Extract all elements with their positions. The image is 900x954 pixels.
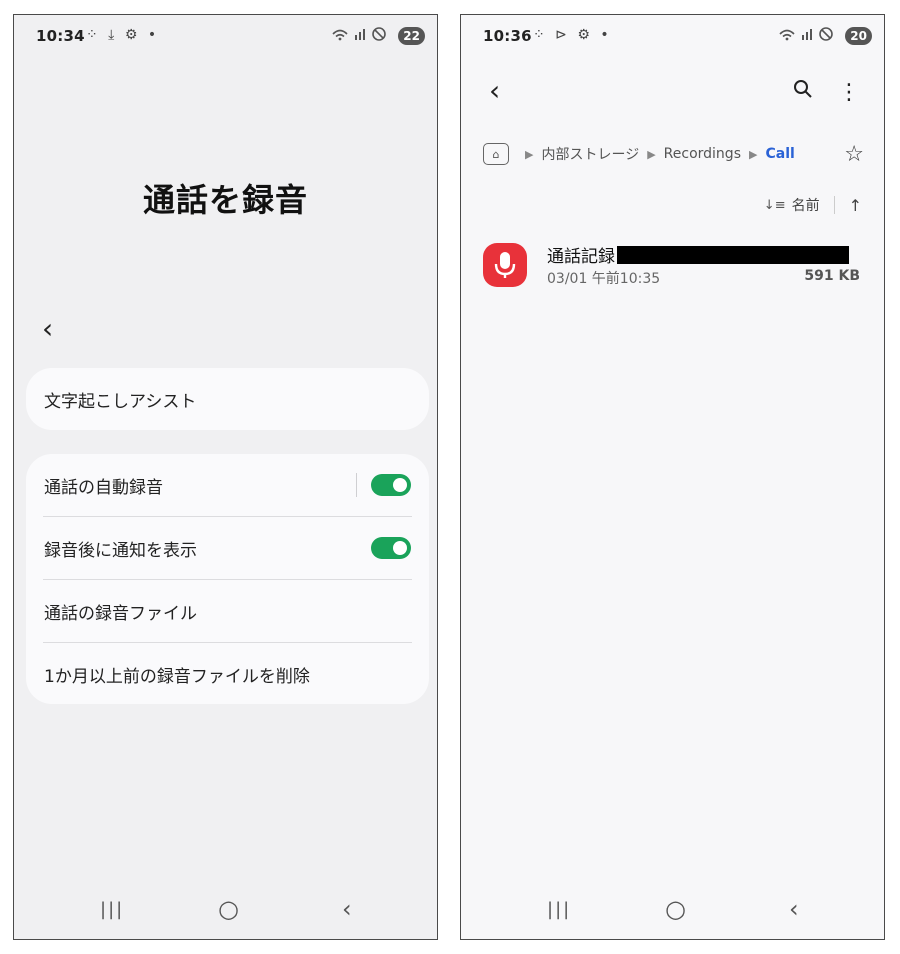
sort-bar: ↓≡ 名前 ↑ [764, 195, 862, 215]
breadcrumb-arrow-icon: ▶ [525, 147, 534, 161]
sort-direction-icon[interactable]: ↑ [849, 196, 862, 215]
status-bar: 10:34 ⁘ ⤓ ⚙ • 22 [14, 15, 437, 59]
row-separator [356, 473, 357, 497]
auto-record-toggle[interactable] [371, 474, 411, 496]
breadcrumb: ⌂ ▶ 内部ストレージ ▶ Recordings ▶ Call ☆ [483, 140, 864, 168]
my-files-call-folder-screen: 10:36 ⁘ ⊳ ⚙ • 20 ‹ ⋮ ⌂ ▶ 内部ストレージ ▶ Recor… [460, 14, 885, 940]
sort-separator [833, 196, 835, 214]
wifi-signal-dnd-icon [332, 27, 386, 41]
navigation-bar: ||| ○ ‹ [461, 883, 884, 939]
microphone-icon [483, 243, 527, 287]
sort-by-name-label[interactable]: 名前 [792, 195, 820, 215]
transcription-assist-row[interactable]: 文字起こしアシスト [44, 368, 411, 430]
recording-settings-card: 通話の自動録音 録音後に通知を表示 通話の録音ファイル 1か月以上前の録音ファイ… [26, 454, 429, 704]
delete-old-files-row[interactable]: 1か月以上前の録音ファイルを削除 [44, 643, 411, 705]
status-time: 10:34 [36, 27, 85, 45]
more-options-icon[interactable]: ⋮ [838, 80, 860, 105]
signal-icons [331, 26, 391, 46]
redaction-bar [617, 245, 849, 264]
call-recording-settings-screen: 10:34 ⁘ ⤓ ⚙ • 22 通話を録音 ‹ 文字起こしアシスト 通話の自動… [13, 14, 438, 940]
file-name-text: 通話記録 [547, 247, 615, 267]
file-name: 通話記録 [547, 242, 849, 267]
page-title: 通話を録音 [142, 181, 308, 219]
battery-indicator: 22 [398, 27, 425, 45]
back-icon[interactable]: ‹ [789, 895, 799, 923]
notify-after-record-row[interactable]: 録音後に通知を表示 [44, 517, 411, 579]
breadcrumb-arrow-icon: ▶ [749, 147, 758, 161]
back-arrow-icon[interactable]: ‹ [42, 315, 53, 343]
recording-files-label: 通話の録音ファイル [44, 603, 197, 624]
status-bar: 10:36 ⁘ ⊳ ⚙ • 20 [461, 15, 884, 59]
search-icon[interactable] [793, 80, 820, 105]
home-icon[interactable]: ○ [218, 895, 239, 923]
notification-icons: ⁘ ⤓ ⚙ • [86, 27, 160, 43]
recent-apps-icon[interactable]: ||| [100, 899, 124, 920]
transcription-assist-card[interactable]: 文字起こしアシスト [26, 368, 429, 430]
status-time: 10:36 [483, 27, 532, 45]
file-list-item[interactable]: 通話記録 03/01 午前10:35 591 KB [483, 239, 860, 291]
back-arrow-icon[interactable]: ‹ [489, 77, 500, 105]
home-folder-icon[interactable]: ⌂ [483, 143, 509, 165]
auto-record-label: 通話の自動録音 [44, 477, 163, 498]
breadcrumb-arrow-icon: ▶ [647, 147, 656, 161]
breadcrumb-recordings[interactable]: Recordings [664, 146, 741, 162]
breadcrumb-call[interactable]: Call [765, 146, 794, 162]
favorite-star-icon[interactable]: ☆ [844, 142, 864, 167]
file-date: 03/01 午前10:35 [547, 271, 661, 287]
breadcrumb-internal-storage[interactable]: 内部ストレージ [541, 144, 639, 164]
back-icon[interactable]: ‹ [342, 895, 352, 923]
home-icon[interactable]: ○ [665, 895, 686, 923]
battery-indicator: 20 [845, 27, 872, 45]
notify-after-record-toggle[interactable] [371, 537, 411, 559]
recording-files-row[interactable]: 通話の録音ファイル [44, 580, 411, 642]
recent-apps-icon[interactable]: ||| [547, 899, 571, 920]
navigation-bar: ||| ○ ‹ [14, 883, 437, 939]
delete-old-files-label: 1か月以上前の録音ファイルを削除 [44, 666, 310, 687]
notify-after-record-label: 録音後に通知を表示 [44, 540, 197, 561]
toolbar-actions: ⋮ [775, 79, 860, 105]
auto-record-row[interactable]: 通話の自動録音 [44, 454, 411, 516]
wifi-signal-dnd-icon [779, 27, 833, 41]
sort-icon[interactable]: ↓≡ [764, 198, 786, 213]
file-size: 591 KB [804, 268, 860, 284]
notification-icons: ⁘ ⊳ ⚙ • [533, 27, 612, 43]
transcription-assist-label: 文字起こしアシスト [44, 391, 197, 412]
signal-icons [778, 26, 838, 46]
